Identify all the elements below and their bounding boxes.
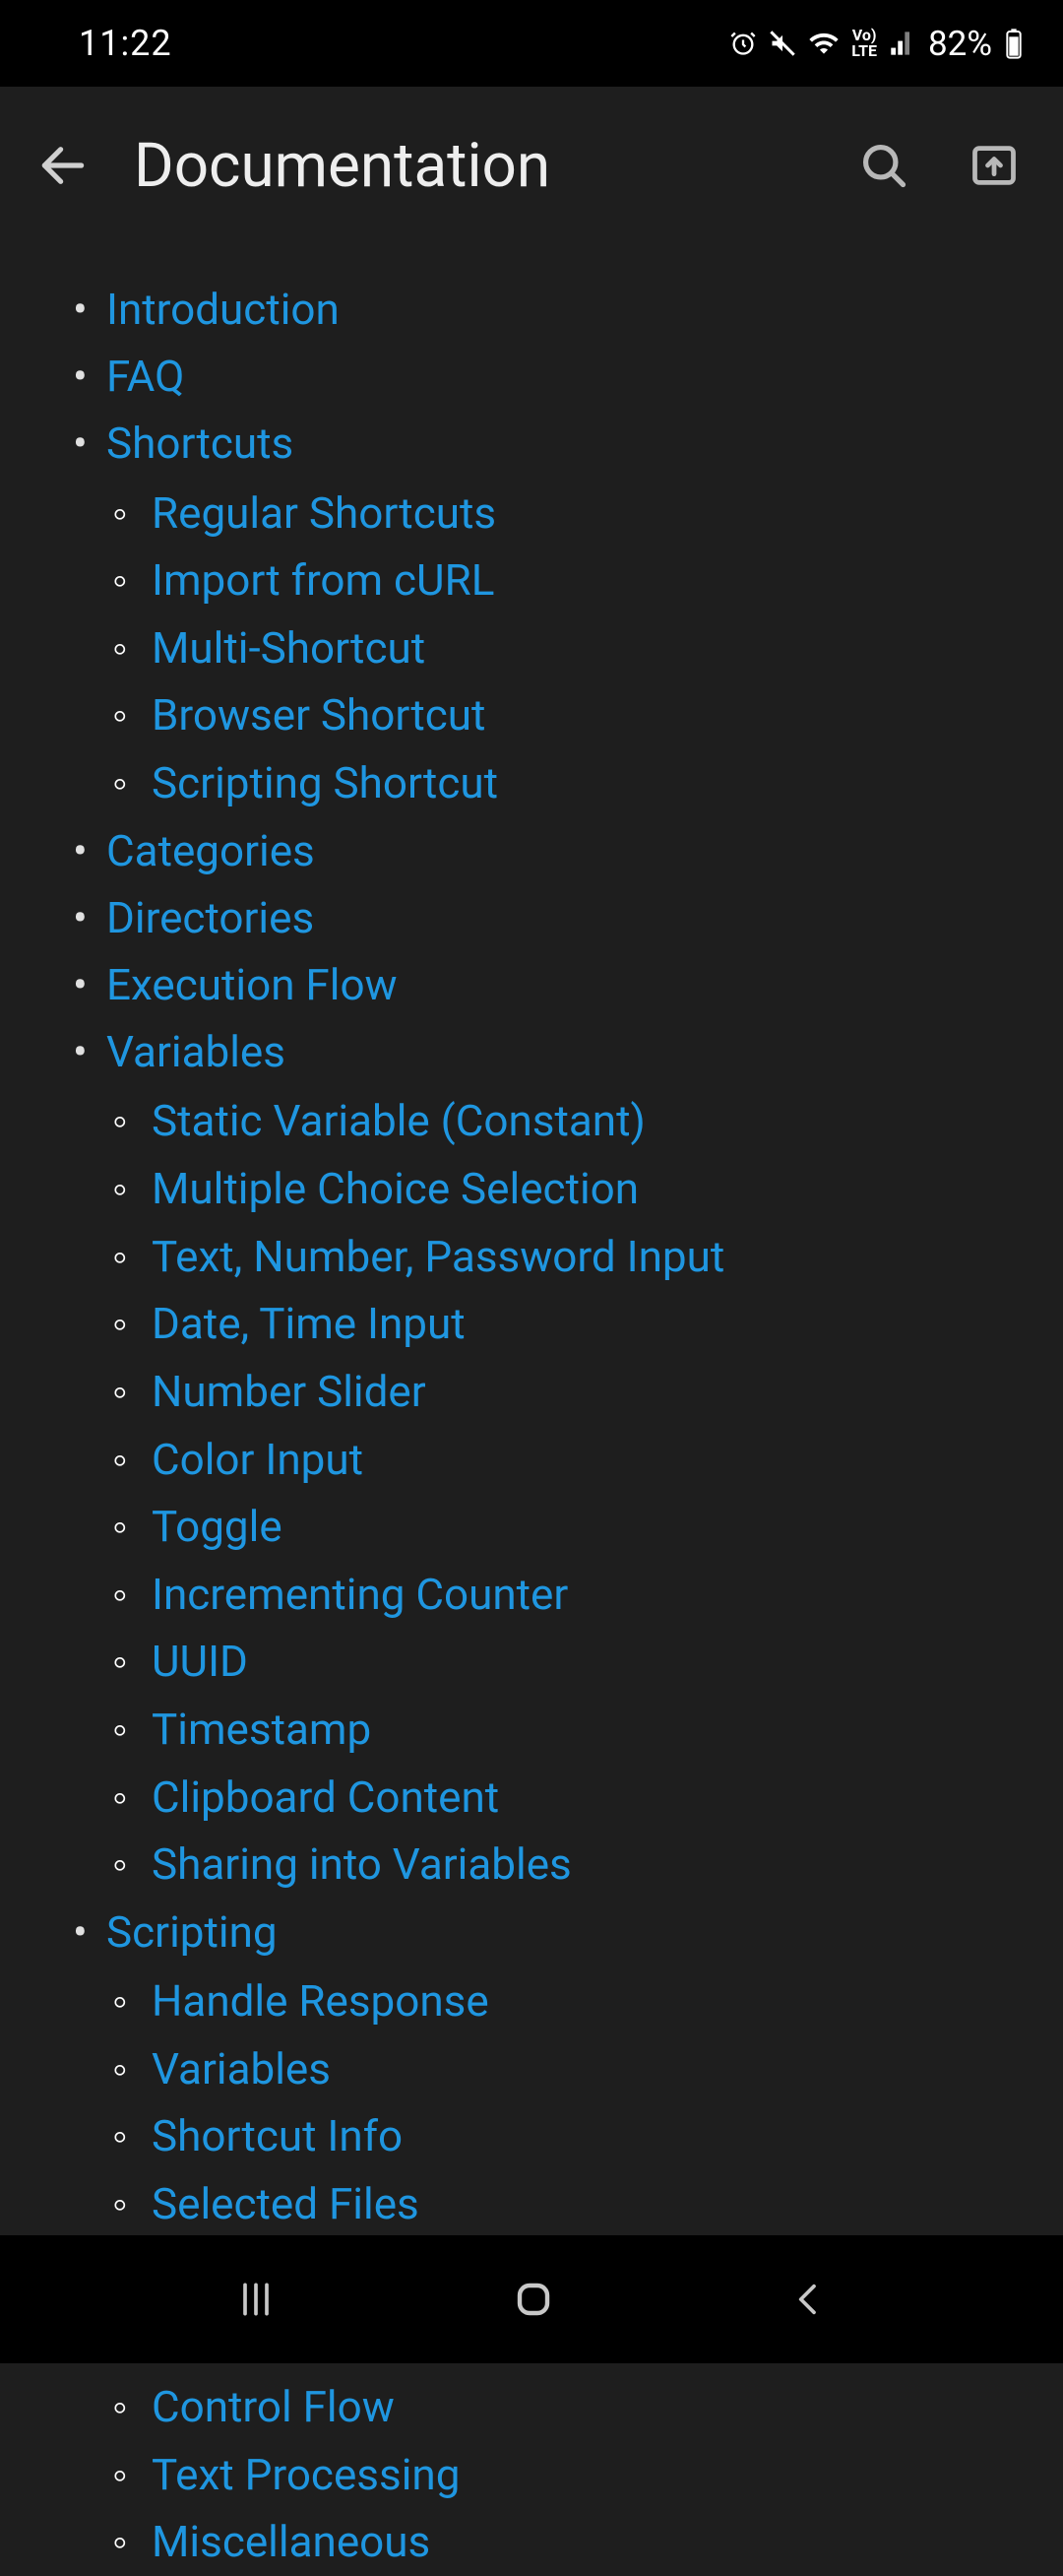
app-bar: Documentation bbox=[0, 87, 1063, 244]
page-title: Documentation bbox=[134, 130, 815, 202]
toc-subitem: Incrementing Counter bbox=[106, 1561, 1033, 1629]
recents-button[interactable] bbox=[234, 2278, 278, 2321]
toc-subitem: Variables bbox=[106, 2035, 1033, 2103]
toc-sublink[interactable]: Multi-Shortcut bbox=[152, 622, 425, 674]
toc-item: FAQ bbox=[30, 343, 1033, 410]
toc-subitem: Color Input bbox=[106, 1426, 1033, 1494]
back-arrow-icon[interactable] bbox=[35, 138, 91, 193]
wifi-icon bbox=[808, 28, 840, 59]
toc-item: Directories bbox=[30, 884, 1033, 951]
toc-link[interactable]: Variables bbox=[106, 1026, 285, 1077]
toc-link[interactable]: Introduction bbox=[106, 284, 340, 335]
toc-sublink[interactable]: Selected Files bbox=[152, 2178, 419, 2229]
toc-sublink[interactable]: Date, Time Input bbox=[152, 1298, 466, 1349]
toc-sublink[interactable]: Clipboard Content bbox=[152, 1771, 499, 1823]
toc-sublink[interactable]: Static Variable (Constant) bbox=[152, 1095, 646, 1146]
toc-sublink[interactable]: Import from cURL bbox=[152, 554, 494, 606]
search-icon[interactable] bbox=[858, 140, 909, 191]
toc-subitem: Sharing into Variables bbox=[106, 1831, 1033, 1899]
battery-percentage: 82% bbox=[928, 24, 992, 64]
toc-sublink[interactable]: UUID bbox=[152, 1636, 248, 1687]
toc-sublink[interactable]: Sharing into Variables bbox=[152, 1838, 572, 1890]
toc-link[interactable]: Shortcuts bbox=[106, 418, 293, 469]
status-bar: 11:22 Vo)LTE 82% bbox=[0, 0, 1063, 87]
toc-subitem: Clipboard Content bbox=[106, 1764, 1033, 1832]
toc-subitem: Date, Time Input bbox=[106, 1290, 1033, 1358]
toc-subitem: Shortcut Info bbox=[106, 2102, 1033, 2170]
volte-icon: Vo)LTE bbox=[851, 28, 877, 59]
back-button[interactable] bbox=[789, 2280, 829, 2319]
toc-sublink[interactable]: Shortcut Info bbox=[152, 2110, 403, 2161]
toc-subitem: Multi-Shortcut bbox=[106, 614, 1033, 682]
open-in-browser-icon[interactable] bbox=[969, 140, 1020, 191]
toc-subitem: Multiple Choice Selection bbox=[106, 1155, 1033, 1223]
toc-item: Execution Flow bbox=[30, 951, 1033, 1018]
battery-icon bbox=[1004, 28, 1024, 59]
toc-sublink[interactable]: Incrementing Counter bbox=[152, 1569, 568, 1620]
toc-link[interactable]: Categories bbox=[106, 825, 315, 876]
toc-sublist: Regular Shortcuts Import from cURL Multi-S… bbox=[106, 480, 1033, 817]
toc-sublink[interactable]: Number Slider bbox=[152, 1366, 426, 1417]
toc-sublink[interactable]: Browser Shortcut bbox=[152, 689, 485, 741]
toc-subitem: Regular Shortcuts bbox=[106, 480, 1033, 547]
toc-item: Categories bbox=[30, 817, 1033, 884]
toc-subitem: Toggle bbox=[106, 1493, 1033, 1561]
toc-sublink[interactable]: Color Input bbox=[152, 1434, 363, 1485]
toc-subitem: Selected Files bbox=[106, 2170, 1033, 2238]
toc-subitem: Timestamp bbox=[106, 1696, 1033, 1764]
toc-subitem: Static Variable (Constant) bbox=[106, 1087, 1033, 1155]
toc-link[interactable]: Scripting bbox=[106, 1906, 278, 1958]
toc-subitem: Miscellaneous bbox=[106, 2508, 1033, 2576]
toc-list: Introduction FAQ Shortcuts Regular Shortcut… bbox=[30, 276, 1033, 2576]
status-indicators: Vo)LTE 82% bbox=[729, 24, 1024, 64]
toc-sublink[interactable]: Miscellaneous bbox=[152, 2516, 430, 2567]
toc-sublink[interactable]: Scripting Shortcut bbox=[152, 757, 498, 808]
toc-sublink[interactable]: Multiple Choice Selection bbox=[152, 1163, 639, 1214]
toc-subitem: Handle Response bbox=[106, 1967, 1033, 2035]
toc-item: Variables Static Variable (Constant) Multi… bbox=[30, 1018, 1033, 1899]
toc-subitem: UUID bbox=[106, 1628, 1033, 1696]
home-button[interactable] bbox=[510, 2276, 557, 2323]
toc-sublink[interactable]: Variables bbox=[152, 2043, 331, 2094]
toc-subitem: Scripting Shortcut bbox=[106, 749, 1033, 817]
toc-sublist: Static Variable (Constant) Multiple Choic… bbox=[106, 1087, 1033, 1899]
toc-link[interactable]: Directories bbox=[106, 892, 314, 943]
toc-sublink[interactable]: Text, Number, Password Input bbox=[152, 1231, 724, 1282]
status-time: 11:22 bbox=[79, 23, 172, 64]
toc-subitem: Browser Shortcut bbox=[106, 681, 1033, 749]
toc-sublink[interactable]: Timestamp bbox=[152, 1704, 371, 1755]
toc-subitem: Number Slider bbox=[106, 1358, 1033, 1426]
toc-subitem: Text, Number, Password Input bbox=[106, 1223, 1033, 1291]
mute-icon bbox=[769, 30, 796, 57]
toc-item: Introduction bbox=[30, 276, 1033, 343]
system-nav-bar bbox=[0, 2235, 1063, 2363]
toc-sublink[interactable]: Control Flow bbox=[152, 2381, 395, 2432]
toc-subitem: Text Processing bbox=[106, 2441, 1033, 2509]
toc-link[interactable]: Execution Flow bbox=[106, 959, 398, 1010]
toc-subitem: Control Flow bbox=[106, 2373, 1033, 2441]
alarm-icon bbox=[729, 30, 757, 57]
toc-link[interactable]: FAQ bbox=[106, 351, 184, 402]
toc-sublink[interactable]: Handle Response bbox=[152, 1975, 489, 2027]
signal-icon bbox=[889, 30, 916, 57]
toc-item: Shortcuts Regular Shortcuts Import from cU… bbox=[30, 410, 1033, 816]
toc-sublink[interactable]: Text Processing bbox=[152, 2449, 460, 2500]
toc-sublink[interactable]: Toggle bbox=[152, 1501, 282, 1552]
toc-subitem: Import from cURL bbox=[106, 547, 1033, 614]
toc-sublink[interactable]: Regular Shortcuts bbox=[152, 487, 496, 539]
toc-container: Introduction FAQ Shortcuts Regular Shortcut… bbox=[0, 244, 1063, 2576]
